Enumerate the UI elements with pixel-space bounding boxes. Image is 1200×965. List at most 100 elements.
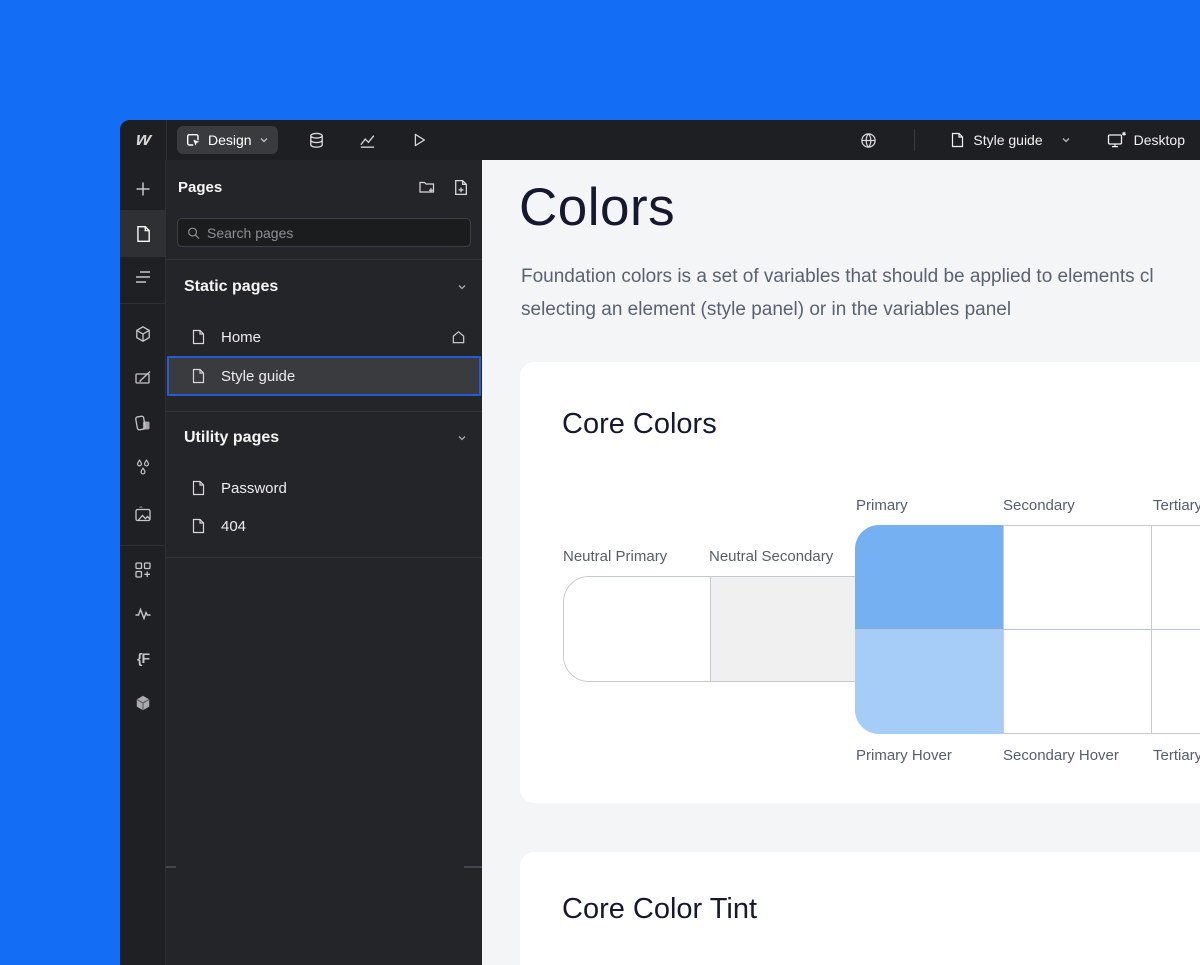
mode-controls: Design xyxy=(167,126,431,154)
swatches-button[interactable] xyxy=(120,403,166,443)
swatch-primary-hover[interactable] xyxy=(855,630,1003,734)
add-elements-button[interactable] xyxy=(120,169,166,209)
fonts-variables-button[interactable]: {F xyxy=(120,638,166,678)
page-row-label: Home xyxy=(221,329,435,346)
panel-resize-tick[interactable] xyxy=(464,866,482,868)
navigator-button[interactable] xyxy=(120,257,166,297)
navigator-icon xyxy=(133,267,153,287)
section-static-pages[interactable]: Static pages xyxy=(166,272,482,302)
image-brush-icon xyxy=(133,368,153,388)
swatch-label-tertiary[interactable]: Tertiary xyxy=(1153,497,1200,514)
page-icon xyxy=(190,368,206,384)
folder-plus-icon xyxy=(418,178,436,196)
page-row-label: Password xyxy=(221,480,467,497)
swatch-neutral-secondary[interactable] xyxy=(710,577,856,681)
swatch-secondary[interactable] xyxy=(1003,525,1151,629)
search-icon xyxy=(187,226,200,240)
panel-title: Pages xyxy=(178,179,222,196)
webflow-logo-icon: w xyxy=(134,129,152,151)
page-row-label: Style guide xyxy=(221,368,465,385)
webflow-logo-button[interactable]: w xyxy=(120,120,166,160)
search-pages-input[interactable] xyxy=(207,225,461,241)
add-folder-button[interactable] xyxy=(417,177,437,197)
chevron-down-icon xyxy=(1061,135,1071,145)
assets-button[interactable] xyxy=(120,495,166,535)
swatch-label-neutral-secondary[interactable]: Neutral Secondary xyxy=(709,548,833,565)
core-color-tint-card[interactable]: Core Color Tint xyxy=(520,852,1200,965)
page-row-style-guide[interactable]: Style guide xyxy=(167,356,481,396)
divider xyxy=(166,259,482,260)
design-cursor-icon xyxy=(185,132,201,148)
swatch-tertiary-hover[interactable] xyxy=(1151,630,1200,734)
breakpoint-selector[interactable]: Desktop xyxy=(1107,131,1185,149)
swatch-secondary-hover[interactable] xyxy=(1003,630,1151,734)
chevron-down-icon xyxy=(456,281,468,293)
brace-f-icon: {F xyxy=(137,650,149,666)
swatch-tertiary[interactable] xyxy=(1151,525,1200,629)
components-button[interactable] xyxy=(120,314,166,354)
publish-globe-button[interactable] xyxy=(856,128,880,152)
audit-button[interactable] xyxy=(120,594,166,634)
divider xyxy=(120,303,166,304)
apps-button[interactable] xyxy=(120,550,166,590)
section-utility-pages[interactable]: Utility pages xyxy=(166,423,482,453)
page-plus-icon xyxy=(452,179,469,196)
pages-panel-button[interactable] xyxy=(120,210,166,257)
swatch-label-secondary-hover[interactable]: Secondary Hover xyxy=(1003,747,1119,764)
page-row-label: 404 xyxy=(221,518,467,535)
page-icon xyxy=(134,225,152,243)
variables-button[interactable] xyxy=(120,448,166,488)
droplets-icon xyxy=(133,458,153,478)
swatch-label-primary-hover[interactable]: Primary Hover xyxy=(856,747,952,764)
database-icon xyxy=(307,131,326,150)
chevron-down-icon xyxy=(259,135,269,145)
swatch-label-secondary[interactable]: Secondary xyxy=(1003,497,1075,514)
page-row-home[interactable]: Home xyxy=(167,318,481,356)
components-cube-icon xyxy=(133,324,153,344)
search-pages-box[interactable] xyxy=(177,218,471,247)
current-page-label: Style guide xyxy=(973,132,1042,148)
preview-button[interactable] xyxy=(407,128,431,152)
canvas-description-line1[interactable]: Foundation colors is a set of variables … xyxy=(521,266,1154,288)
home-icon xyxy=(450,329,467,346)
swatch-neutral-primary[interactable] xyxy=(564,577,710,681)
canvas-description-line2[interactable]: selecting an element (style panel) or in… xyxy=(521,299,1011,321)
page-icon xyxy=(190,518,206,534)
libraries-button[interactable] xyxy=(120,683,166,723)
page-icon xyxy=(190,329,206,345)
divider xyxy=(166,557,482,558)
pages-panel-header: Pages xyxy=(166,172,482,202)
apps-icon xyxy=(133,560,153,580)
libraries-cube-icon xyxy=(133,693,153,713)
page-selector-dropdown[interactable]: Style guide xyxy=(949,132,1070,148)
canvas-page-title[interactable]: Colors xyxy=(519,177,675,238)
design-canvas[interactable]: Colors Foundation colors is a set of var… xyxy=(482,160,1200,965)
style-manager-button[interactable] xyxy=(120,358,166,398)
designer-window: w Design xyxy=(120,120,1200,965)
neutral-swatch-row[interactable] xyxy=(563,576,855,682)
swatch-label-tertiary-hover[interactable]: Tertiary Hover xyxy=(1153,747,1200,764)
analytics-button[interactable] xyxy=(356,128,380,152)
swatch-label-primary[interactable]: Primary xyxy=(856,497,908,514)
play-icon xyxy=(410,131,428,149)
page-row-password[interactable]: Password xyxy=(167,469,481,507)
globe-icon xyxy=(859,131,878,150)
core-colors-title[interactable]: Core Colors xyxy=(562,408,717,441)
add-page-button[interactable] xyxy=(450,177,470,197)
page-row-404[interactable]: 404 xyxy=(167,507,481,545)
panel-resize-tick[interactable] xyxy=(166,866,176,868)
swatch-primary[interactable] xyxy=(855,525,1003,629)
divider xyxy=(166,411,482,412)
core-color-tint-title[interactable]: Core Color Tint xyxy=(562,893,757,926)
top-toolbar: w Design xyxy=(120,120,1200,160)
image-icon xyxy=(133,505,153,525)
page-icon xyxy=(949,132,965,148)
desktop-breakpoint-icon xyxy=(1107,131,1127,149)
divider xyxy=(120,545,166,546)
design-mode-button[interactable]: Design xyxy=(177,126,278,154)
swatch-label-neutral-primary[interactable]: Neutral Primary xyxy=(563,548,667,565)
pages-panel: Pages xyxy=(166,160,482,965)
design-mode-label: Design xyxy=(208,132,252,148)
page-icon xyxy=(190,480,206,496)
cms-button[interactable] xyxy=(305,128,329,152)
